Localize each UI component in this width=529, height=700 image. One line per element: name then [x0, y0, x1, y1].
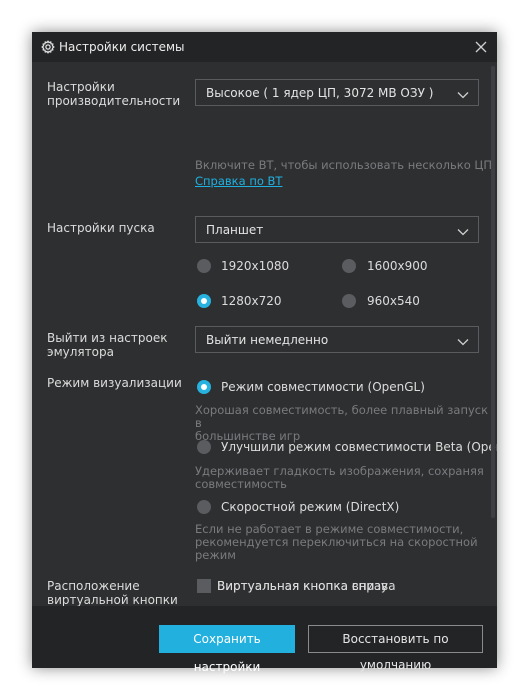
chevron-down-icon	[457, 225, 469, 236]
startup-select[interactable]: Планшет	[195, 216, 479, 243]
settings-dialog: Настройки системы Настройки производител…	[32, 32, 497, 674]
radio-1600x900[interactable]	[342, 259, 356, 273]
performance-select[interactable]: Высокое ( 1 ядер ЦП, 3072 MB ОЗУ )	[195, 79, 479, 106]
radio-1280x720[interactable]	[197, 294, 211, 308]
directx-desc: Если не работает в режиме совместимости,…	[195, 522, 478, 562]
opengl-beta-desc: Удерживает гладкость изображения, сохран…	[195, 464, 484, 491]
performance-value: Высокое ( 1 ядер ЦП, 3072 MB ОЗУ )	[206, 86, 434, 100]
radio-opengl-beta[interactable]	[197, 440, 211, 454]
save-settings-button[interactable]: Сохранить настройки	[159, 625, 295, 674]
exit-label: Выйти из настроек эмулятора	[47, 331, 168, 359]
radio-960x540[interactable]	[342, 294, 356, 308]
close-icon[interactable]	[473, 39, 489, 55]
chevron-down-icon	[457, 335, 469, 346]
radio-label-opengl: Режим совместимости (OpenGL)	[221, 380, 425, 394]
exit-value: Выйти немедленно	[206, 333, 329, 347]
vt-help-link[interactable]: Справка по ВТ	[195, 174, 282, 188]
title-bar: Настройки системы	[32, 32, 497, 62]
checkbox-label-bottom: Виртуальная кнопка внизу	[217, 579, 388, 593]
performance-label: Настройки производительности	[47, 80, 181, 108]
render-label: Режим визуализации	[47, 376, 182, 390]
startup-value: Планшет	[206, 223, 264, 237]
checkbox-button-bottom[interactable]	[197, 579, 211, 593]
virtual-button-label: Расположение виртуальной кнопки	[47, 579, 178, 606]
radio-label-directx: Скоростной режим (DirectX)	[221, 500, 400, 514]
exit-select[interactable]: Выйти немедленно	[195, 326, 479, 353]
radio-1920x1080[interactable]	[197, 259, 211, 273]
restore-defaults-button[interactable]: Восстановить по умолчанию	[308, 625, 483, 672]
radio-directx[interactable]	[197, 500, 211, 514]
radio-opengl[interactable]	[197, 380, 211, 394]
dialog-footer: Сохранить настройки Восстановить по умол…	[32, 606, 497, 674]
radio-label-opengl-beta: Улучшили режим совместимости Beta (OpenG…	[221, 440, 497, 454]
opengl-desc: Хорошая совместимость, более плавный зап…	[195, 403, 489, 443]
settings-content: Настройки производительности Высокое ( 1…	[32, 62, 497, 606]
radio-label-1280x720: 1280x720	[221, 294, 282, 308]
dialog-title: Настройки системы	[59, 40, 185, 54]
scrollbar-thumb[interactable]	[491, 66, 495, 518]
radio-label-960x540: 960x540	[367, 294, 420, 308]
radio-label-1600x900: 1600x900	[367, 259, 428, 273]
chevron-down-icon	[457, 88, 469, 99]
gear-icon	[41, 40, 55, 54]
vt-hint: Включите ВТ, чтобы использовать нескольк…	[195, 158, 496, 172]
radio-label-1920x1080: 1920x1080	[221, 259, 290, 273]
startup-label: Настройки пуска	[47, 221, 155, 235]
